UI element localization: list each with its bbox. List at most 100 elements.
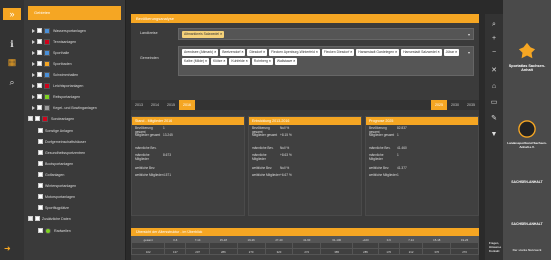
year-tab[interactable]: 2015 (163, 100, 179, 110)
layer-item[interactable]: Leichtsportanlagen (32, 81, 83, 90)
brand-lsb: Landessportbund Sachsen-Anhalt e.V. (507, 141, 547, 149)
year-tab-active[interactable]: 2016 (179, 100, 195, 110)
stat-row: Mitglieder gesamt +8.15 % (252, 133, 292, 137)
crosshair-icon[interactable]: ✕ (485, 64, 503, 78)
double-chevron-right-icon[interactable]: » (3, 8, 21, 20)
stat-row: weibliche Bev. 41.377 (369, 166, 407, 170)
ruler-icon[interactable]: ▭ (485, 96, 503, 110)
draw-icon[interactable]: ✎ (485, 112, 503, 126)
stat-row: Mitglieder gesamt 13.245 (135, 133, 173, 137)
layer-panel: Gebieten Wassersportanlagen Tennisanlage… (24, 0, 126, 260)
gemeinde-tag[interactable]: Klötze× (210, 58, 228, 65)
layer-item[interactable]: Sportbaden (32, 59, 72, 68)
stat-row: männliche Bev. (135, 146, 157, 150)
layer-item[interactable]: Kegel- und Bowlinganlagen (32, 103, 97, 112)
info-icon[interactable]: ℹ (6, 38, 18, 50)
layer-subitem[interactable]: Motorsportanlagen (38, 192, 75, 201)
stat-row: weibliche Bev. Null % (252, 166, 290, 170)
stat-row: männliche Bev. Null % (252, 146, 290, 150)
age-structure-table: Übersicht der Altersstruktur - im Überbl… (130, 228, 479, 260)
gemeinde-tag[interactable]: Jübar× (443, 49, 460, 56)
forecast-year-tab[interactable]: 2035 (463, 100, 479, 110)
year-tab[interactable]: 2014 (147, 100, 163, 110)
card-title: Prognose 2025 (366, 117, 478, 125)
table-title: Übersicht der Altersstruktur - im Überbl… (131, 228, 479, 236)
gemeinde-tag[interactable]: Rohrberg× (251, 58, 273, 65)
gemeinde-tag[interactable]: Diesdorf× (247, 49, 268, 56)
layer-subitem[interactable]: Bootsportanlagen (38, 159, 73, 168)
card-title: Entwicklung 2013-2016 (249, 117, 361, 125)
gemeinde-tag[interactable]: Arendsee (Altmark)× (182, 49, 219, 56)
home-icon[interactable]: ⌂ (485, 80, 503, 94)
contact-link[interactable]: Fragen, Hinweise Kontakt (489, 241, 503, 253)
landkreis-tag[interactable]: Altmarkkreis Salzwedel× (182, 31, 225, 38)
stats-cards: Stand - Mitglieder 2016 Bevölkerung gesa… (131, 116, 479, 216)
stat-row: weibliche Bev. (135, 166, 156, 170)
layer-subitem[interactable]: Radwellen (38, 226, 71, 235)
stat-row: männliche Mitglieder 8.673 (135, 153, 171, 161)
search-icon[interactable]: ⌕ (485, 18, 503, 32)
filter-icon[interactable]: ▼ (485, 128, 503, 142)
chevron-down-icon[interactable]: ▾ (468, 32, 470, 37)
layer-item[interactable]: Sporthalle (32, 48, 69, 57)
layer-item[interactable]: Wassersportanlagen (32, 26, 86, 35)
layer-subitem[interactable]: Golfanlagen (38, 170, 64, 179)
gemeinden-select[interactable]: Arendsee (Altmark)× Beetzendorf× Diesdor… (178, 46, 474, 76)
stats-card: Prognose 2025 Bevölkerung gesamt 82.837 M… (365, 116, 479, 216)
zoom-out-icon[interactable]: − (485, 46, 503, 60)
card-title: Stand - Mitglieder 2016 (132, 117, 244, 125)
layer-item[interactable]: Reitsportanlagen (32, 92, 80, 101)
layer-item[interactable]: Schwimmhallen (32, 70, 78, 79)
gemeinde-tag[interactable]: Flecken Apenburg-Winterfeld× (269, 49, 320, 56)
panel-title: Bevölkerungsanalyse (131, 14, 479, 23)
landkreis-select[interactable]: Altmarkkreis Salzwedel× ▾ (178, 28, 474, 40)
stat-row: weibliche Mitglieder 1 (369, 173, 399, 177)
gemeinde-tag[interactable]: Kalbe (Milde)× (182, 58, 209, 65)
stat-row: männliche Mitglieder 1 (369, 153, 399, 161)
layer-group[interactable]: Sondeanlagen (28, 114, 74, 123)
stat-row: weibliche Mitglieder 4.571 (135, 173, 171, 177)
map-toolbar: ⌕ + − ✕ ⌂ ▭ ✎ ▼ (485, 14, 503, 260)
map-branding-strip: Sportatlas Sachsen-Anhalt Landessportbun… (489, 0, 551, 260)
stat-row: Bevölkerung gesamt 82.837 (369, 126, 407, 134)
search-icon[interactable]: ⌕ (6, 76, 18, 88)
gemeinde-tag[interactable]: Flecken Diesdorf× (321, 49, 355, 56)
table-row: 102 137 207 286 270 320 272 385 285 170 212 376 270 (130, 248, 479, 255)
chevron-down-icon[interactable]: ▾ (468, 50, 470, 55)
year-tab[interactable]: 2013 (131, 100, 147, 110)
layer-item[interactable]: Tennisanlagen (32, 37, 76, 46)
gemeinde-tag[interactable]: Wallstawe× (274, 58, 298, 65)
layer-subitem[interactable]: Gesundheitssportzentren (38, 148, 85, 157)
gemeinden-row: Gemeinden Arendsee (Altmark)× Beetzendor… (131, 46, 479, 76)
layer-subitem[interactable]: Sportflugplätze (38, 203, 69, 212)
stat-row: männliche Bev. 41.460 (369, 146, 407, 150)
brand-tagline: Der starke Nutzwerk (512, 248, 542, 252)
gemeinde-tag[interactable]: Kuhfelde× (229, 58, 250, 65)
gemeinden-label: Gemeinden (140, 56, 159, 60)
brand-sachsen-anhalt-1: SACHSEN-ANHALT (511, 180, 543, 184)
layer-subitem[interactable]: Dorfgemeinschaftshäuser (38, 137, 86, 146)
forecast-year-tab[interactable]: 2030 (447, 100, 463, 110)
layer-group[interactable]: Zusätzliche Daten (28, 214, 71, 223)
logout-icon[interactable]: ➜ (4, 244, 11, 253)
zoom-in-icon[interactable]: + (485, 32, 503, 46)
gemeinde-tag[interactable]: Hansestadt Salzwedel× (401, 49, 442, 56)
stat-row: männliche Mitglieder +8.63 % (252, 153, 292, 161)
brand-sportatlas: Sportatlas Sachsen-Anhalt (508, 64, 546, 72)
layer-subitem[interactable]: Sonstige Anlagen (38, 126, 73, 135)
lsb-logo (518, 120, 536, 138)
stat-row: weibliche Mitglieder +6.67 % (252, 173, 292, 177)
forecast-year-tab-active[interactable]: 2025 (431, 100, 447, 110)
year-selector: 2013 2014 2015 2016 2025 2030 2035 (131, 100, 479, 110)
gemeinde-tag[interactable]: Beetzendorf× (220, 49, 246, 56)
gemeinde-tag[interactable]: Hansestadt Gardelegen× (356, 49, 400, 56)
layer-subitem[interactable]: Wintersportanlagen (38, 181, 76, 190)
layers-icon[interactable]: ▦ (6, 56, 18, 68)
analysis-panel: Bevölkerungsanalyse Landkreise Altmarkkr… (130, 14, 479, 260)
stat-row: Bevölkerung gesamt Null % (252, 126, 290, 134)
nav-rail: » ℹ ▦ ⌕ ➜ (0, 0, 24, 260)
landkreis-label: Landkreise (140, 31, 158, 35)
stat-row: Mitglieder gesamt 1 (369, 133, 399, 137)
landkreis-row: Landkreise Altmarkkreis Salzwedel× ▾ (131, 28, 479, 40)
layer-panel-title: Gebieten (28, 6, 121, 20)
